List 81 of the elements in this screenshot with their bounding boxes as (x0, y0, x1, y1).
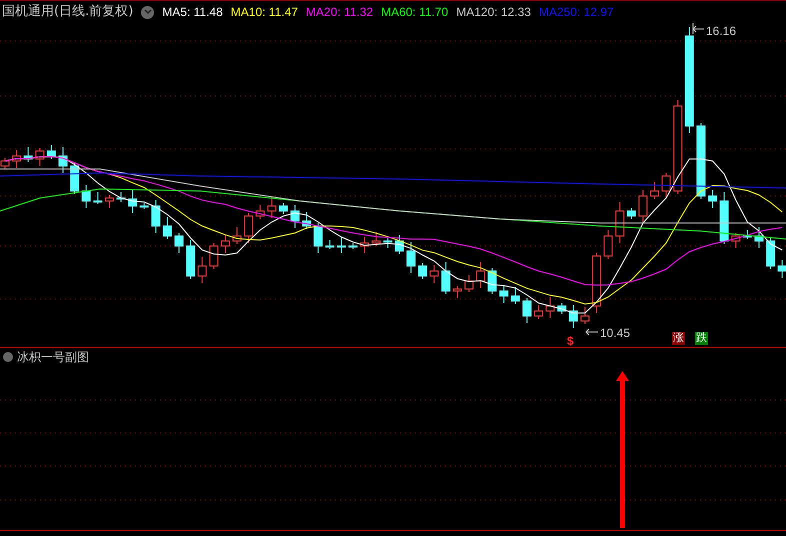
candlestick (778, 260, 786, 278)
candlestick (650, 182, 660, 200)
collapse-icon[interactable] (3, 352, 13, 362)
candlestick (162, 216, 172, 240)
candlestick (488, 268, 497, 294)
candlestick (35, 148, 44, 166)
candlestick (742, 230, 752, 240)
candlestick (546, 296, 555, 318)
indicator-title: 冰枳一号副图 (17, 349, 89, 366)
candlestick (267, 196, 276, 218)
candlestick (731, 232, 740, 248)
candlestick (232, 226, 242, 244)
candlestick (325, 240, 334, 250)
candlestick (93, 192, 102, 204)
candlestick (626, 208, 636, 220)
ma-legend: MA20: 11.32 (306, 3, 374, 21)
candlestick (557, 302, 566, 314)
candlestick (372, 232, 381, 246)
candlestick (720, 192, 729, 244)
candlestick (568, 304, 578, 328)
signal-badge: 跌 (695, 332, 708, 345)
candlestick (394, 234, 404, 254)
candlestick (476, 262, 486, 288)
candlestick (615, 202, 624, 244)
candlestick (336, 236, 346, 254)
candlestick (220, 234, 230, 254)
candlestick (46, 144, 56, 160)
candlestick (580, 306, 590, 324)
signal-marker: $ (567, 335, 574, 347)
candlestick (499, 284, 508, 304)
candlestick (82, 184, 91, 208)
candlestick (452, 286, 462, 298)
candlestick (12, 150, 22, 168)
candlestick (186, 240, 196, 280)
candlestick (116, 192, 126, 202)
candlestick (383, 238, 392, 248)
stock-title: 国机通用(日线.前复权) (2, 3, 134, 22)
candlestick (534, 304, 544, 320)
dropdown-icon[interactable] (141, 6, 154, 18)
candlestick (151, 200, 160, 234)
candlestick (140, 202, 149, 210)
signal-badge: 涨 (672, 332, 685, 345)
pointer-arrow-icon (692, 23, 704, 34)
low-price-label: 10.45 (600, 326, 630, 340)
candlestick (754, 226, 764, 248)
candlestick (604, 230, 613, 260)
candlestick (510, 286, 520, 304)
candlestick (128, 190, 138, 214)
candlestick (70, 162, 80, 194)
candlestick (256, 204, 265, 220)
candlestick (24, 146, 33, 162)
candlestick (406, 242, 416, 274)
candlestick (244, 212, 254, 244)
candlestick (464, 274, 474, 292)
candlestick (522, 298, 532, 324)
candlestick (104, 194, 114, 208)
candlestick (314, 222, 323, 254)
candlestick (278, 202, 288, 214)
candlestick (360, 236, 370, 254)
ma-legend: MA250: 12.97 (538, 3, 614, 21)
ma-legend: MA60: 11.70 (381, 3, 448, 21)
candlestick (348, 242, 358, 250)
ma-legend: MA10: 11.47 (230, 3, 298, 21)
candlestick (441, 262, 450, 294)
candlestick (209, 242, 218, 270)
candlestick (174, 232, 184, 254)
candlestick (430, 264, 439, 284)
candlestick (708, 190, 718, 208)
candlestick (58, 146, 68, 174)
candlestick (198, 256, 207, 284)
high-price-label: 16.16 (706, 24, 736, 38)
ma-legend: MA120: 12.33 (456, 3, 531, 21)
candlestick (592, 252, 602, 314)
candlestick (302, 212, 312, 230)
ma-legend: MA5: 11.48 (162, 3, 223, 21)
candlestick (638, 190, 648, 224)
candlestick (766, 238, 776, 270)
candlestick (418, 262, 428, 280)
candlestick (662, 172, 671, 198)
candlestick (290, 204, 300, 228)
pointer-arrow-icon (586, 328, 598, 336)
